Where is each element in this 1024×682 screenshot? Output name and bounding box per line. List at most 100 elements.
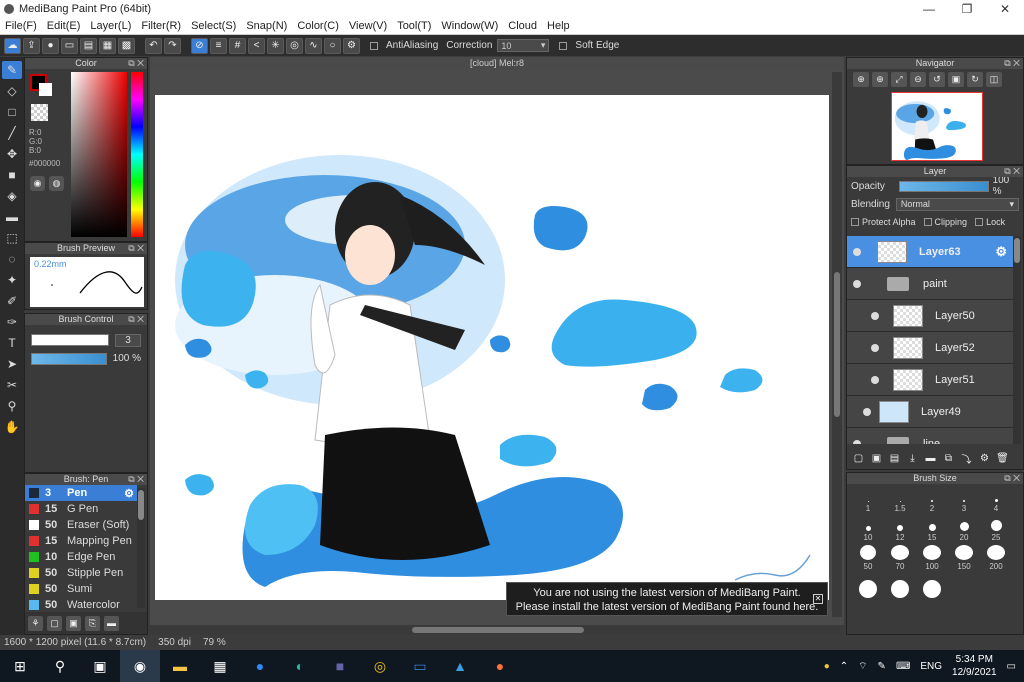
menu-layer[interactable]: Layer(L) (85, 20, 136, 32)
brush-size-option[interactable]: 25 (980, 516, 1012, 542)
zoom-out-icon[interactable]: ⊖ (910, 72, 926, 87)
panel-close-icon[interactable]: ⧉ ✕ (128, 474, 144, 485)
brush-list-scrollbar[interactable] (137, 488, 145, 608)
palette-icon[interactable]: ◉ (30, 176, 45, 191)
layer-item-layer52[interactable]: Layer52 (847, 332, 1013, 364)
search-icon[interactable]: ⚲ (40, 650, 80, 682)
snap-settings-icon[interactable]: ⚙ (343, 37, 360, 54)
page-icon[interactable]: ▤ (80, 37, 97, 54)
select-eraser-tool-icon[interactable]: ✑ (2, 313, 22, 331)
menu-select[interactable]: Select(S) (186, 20, 241, 32)
dot-tool-icon[interactable]: □ (2, 103, 22, 121)
add-brush-icon[interactable]: ⚘ (28, 615, 43, 631)
divide-tool-icon[interactable]: ✂ (2, 376, 22, 394)
curve-snap-icon[interactable]: ∿ (305, 37, 322, 54)
menu-edit[interactable]: Edit(E) (42, 20, 86, 32)
delete-layer-icon[interactable]: 🗑 (995, 451, 1010, 466)
store-icon[interactable]: ▦ (200, 650, 240, 682)
brush-size-slider[interactable] (31, 334, 109, 346)
photos-icon[interactable]: ▲ (440, 650, 480, 682)
brush-item-pen[interactable]: 3 Pen ⚙ (25, 485, 137, 501)
maximize-button[interactable]: ❐ (948, 2, 986, 16)
chevron-up-icon[interactable]: ⌃ (840, 661, 848, 672)
bucket-tool-icon[interactable]: ◈ (2, 187, 22, 205)
export-icon[interactable]: ⇪ (23, 37, 40, 54)
add-material-icon[interactable]: ⤓ (905, 451, 920, 466)
menu-help[interactable]: Help (542, 20, 575, 32)
layer-item-layer63[interactable]: Layer63 ⚙ (847, 236, 1013, 268)
layer-list-scrollbar[interactable] (1013, 236, 1021, 444)
eye-icon[interactable] (871, 311, 879, 320)
blending-select[interactable]: Normal ▾ (895, 197, 1019, 211)
new-brush-icon[interactable]: ▢ (47, 615, 62, 631)
gear-icon[interactable]: ⚙ (124, 487, 134, 500)
weather-icon[interactable]: ● (824, 661, 830, 672)
rotate-left-icon[interactable]: ↺ (929, 72, 945, 87)
brush-settings-icon[interactable]: ▣ (66, 615, 81, 631)
merge-down-icon[interactable]: ⤵ (959, 451, 974, 466)
canvas-vertical-scrollbar[interactable] (832, 72, 842, 617)
ellipse-snap-icon[interactable]: ○ (324, 37, 341, 54)
app-icon-blue[interactable]: ▭ (400, 650, 440, 682)
brush-item-eraser-soft[interactable]: 50 Eraser (Soft) (25, 517, 137, 533)
hue-slider[interactable] (131, 72, 143, 237)
color-picker-icon[interactable]: ◍ (49, 176, 64, 191)
brush-item-g-pen[interactable]: 15 G Pen (25, 501, 137, 517)
language-indicator[interactable]: ENG (920, 661, 942, 672)
eraser-tool-icon[interactable]: ◇ (2, 82, 22, 100)
layer-item-line[interactable]: line (847, 428, 1013, 444)
parallel-snap-icon[interactable]: ≡ (210, 37, 227, 54)
panel-close-icon[interactable]: ⧉ ✕ (128, 58, 144, 69)
chrome-browser-icon[interactable]: ◎ (360, 650, 400, 682)
windows-start-icon[interactable]: ⊞ (0, 650, 40, 682)
eye-icon[interactable] (871, 375, 879, 384)
lasso-tool-icon[interactable]: ◌ (2, 250, 22, 268)
firefox-browser-icon[interactable]: ● (480, 650, 520, 682)
perspective-snap-icon[interactable]: < (248, 37, 265, 54)
brush-size-option[interactable]: 12 (884, 516, 916, 542)
layer-item-layer51[interactable]: Layer51 (847, 364, 1013, 396)
soft-edge-checkbox[interactable] (559, 41, 568, 50)
grid-icon[interactable]: ▩ (118, 37, 135, 54)
eye-icon[interactable] (853, 247, 861, 256)
panel-close-icon[interactable]: ⧉ ✕ (1004, 166, 1020, 177)
menu-snap[interactable]: Snap(N) (241, 20, 292, 32)
layer-item-layer50[interactable]: Layer50 (847, 300, 1013, 332)
select-tool-icon[interactable]: ⬚ (2, 229, 22, 247)
keyboard-icon[interactable]: ⌨ (896, 661, 910, 672)
magic-wand-tool-icon[interactable]: ✦ (2, 271, 22, 289)
pen-icon[interactable]: ✎ (878, 661, 886, 672)
layer-item-layer49[interactable]: Layer49 (847, 396, 1013, 428)
eye-icon[interactable] (871, 343, 879, 352)
menu-file[interactable]: File(F) (0, 20, 42, 32)
notification-icon[interactable]: ▭ (1007, 661, 1016, 672)
zoom-in-alt-icon[interactable]: ⊕ (872, 72, 888, 87)
zoom-app-icon[interactable]: ● (240, 650, 280, 682)
new-folder-icon[interactable]: ▬ (923, 451, 938, 466)
layer-settings-icon[interactable]: ⚙ (977, 451, 992, 466)
close-icon[interactable]: ✕ (813, 594, 823, 604)
panel-icon[interactable]: ▭ (61, 37, 78, 54)
background-color-swatch[interactable] (39, 83, 52, 96)
move-tool-icon[interactable]: ✥ (2, 145, 22, 163)
artboard[interactable] (155, 95, 829, 600)
brush-size-option[interactable] (884, 574, 916, 600)
brush-size-option[interactable]: 4 (980, 487, 1012, 513)
copy-brush-icon[interactable]: ⎘ (85, 615, 100, 631)
eye-icon[interactable] (853, 279, 861, 288)
correction-select[interactable]: 10 ▾ (497, 39, 550, 52)
frame-icon[interactable]: ▦ (99, 37, 116, 54)
brush-item-sumi[interactable]: 50 Sumi (25, 581, 137, 597)
brush-item-watercolor[interactable]: 50 Watercolor (25, 597, 137, 613)
brush-item-edge-pen[interactable]: 10 Edge Pen (25, 549, 137, 565)
cloud-icon[interactable]: ☁ (4, 37, 21, 54)
canvas-tab[interactable]: [cloud] Mel:r8 (150, 57, 844, 70)
brush-size-option[interactable]: 10 (852, 516, 884, 542)
actual-size-icon[interactable]: ▣ (948, 72, 964, 87)
rotate-right-icon[interactable]: ↻ (967, 72, 983, 87)
brush-size-option[interactable]: 1.5 (884, 487, 916, 513)
menu-color[interactable]: Color(C) (292, 20, 344, 32)
brush-item-stipple-pen[interactable]: 50 Stipple Pen (25, 565, 137, 581)
duplicate-layer-icon[interactable]: ⧉ (941, 451, 956, 466)
clock[interactable]: 5:34 PM 12/9/2021 (952, 653, 997, 679)
